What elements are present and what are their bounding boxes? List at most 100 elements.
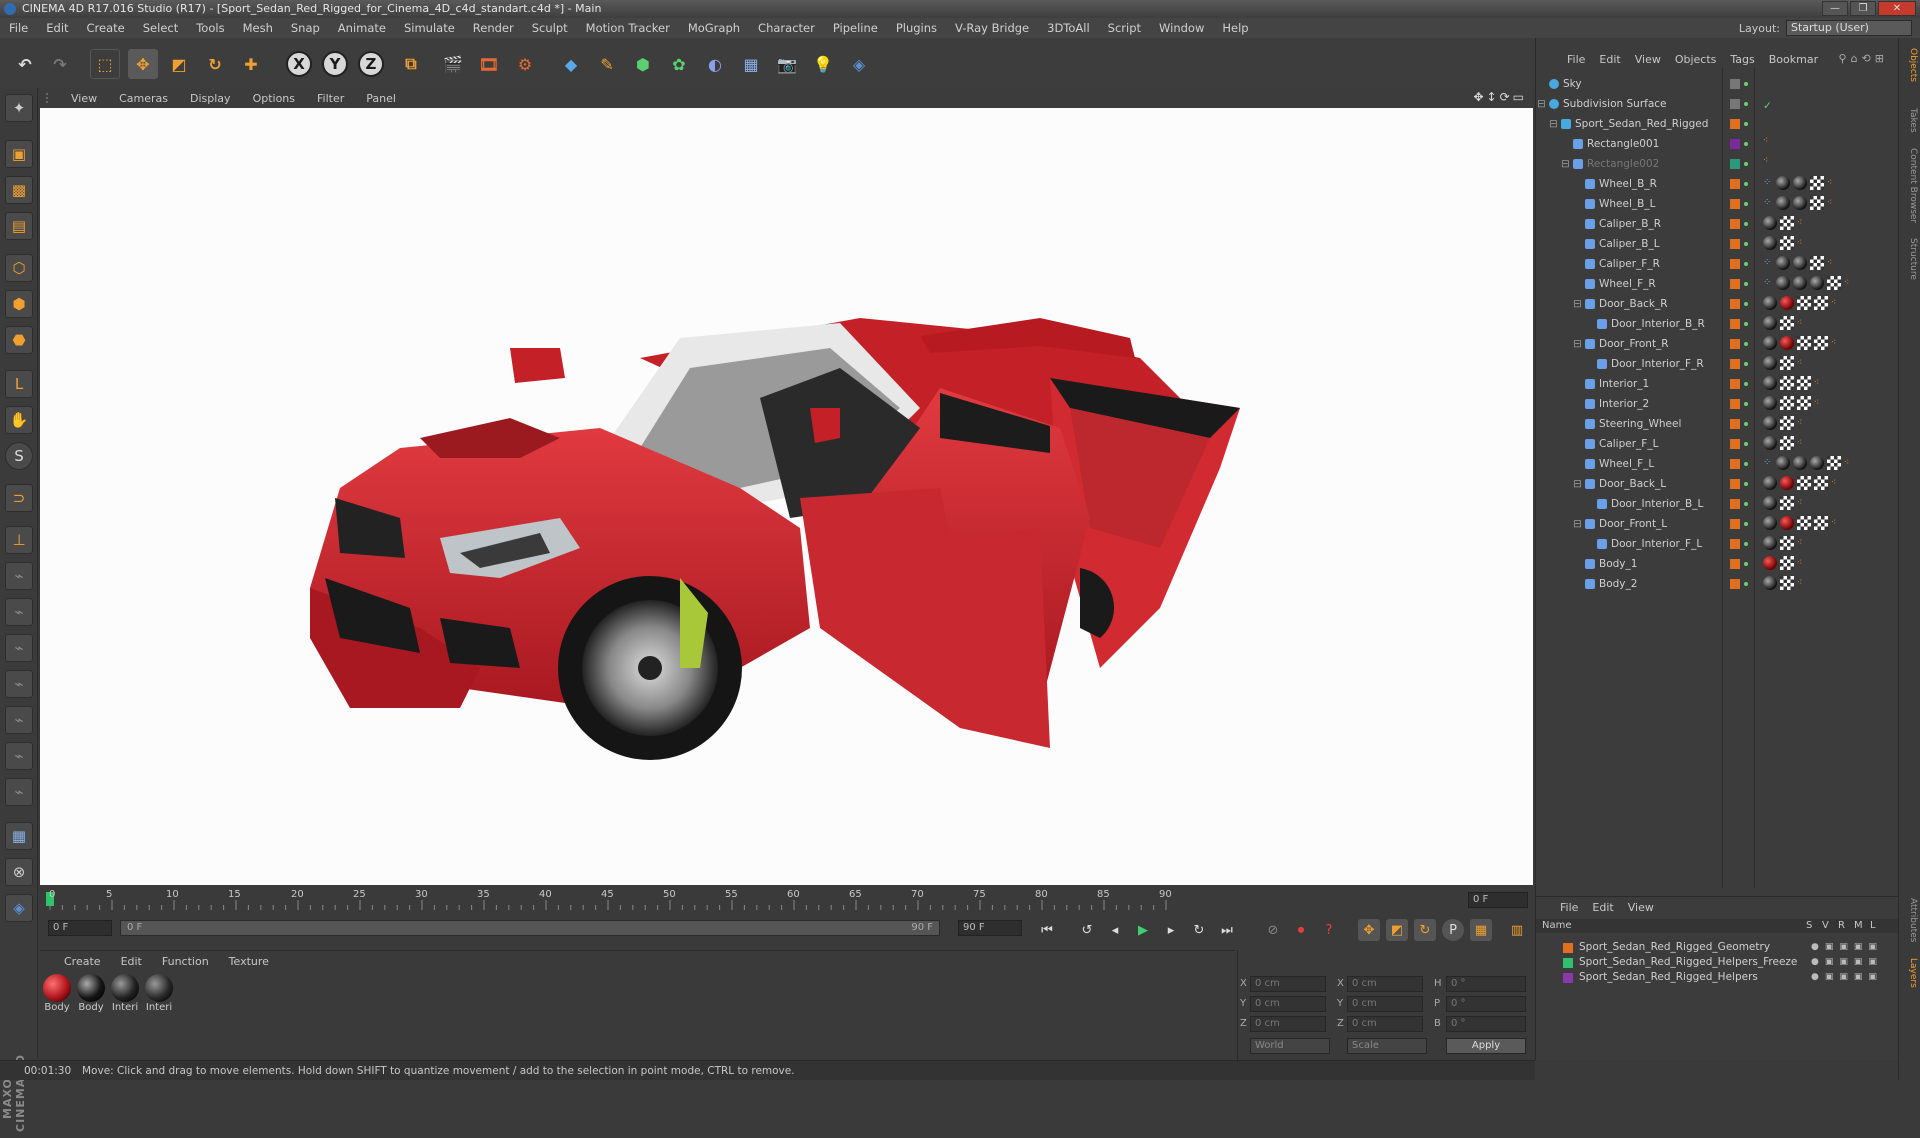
render-view-icon[interactable]: 🎬 <box>438 49 468 79</box>
timeline-ruler[interactable]: 0 5 10 15 20 25 30 35 40 45 50 55 60 65 … <box>40 888 1533 912</box>
material-body-black[interactable]: Body <box>76 974 106 1013</box>
object-name[interactable]: Sport_Sedan_Red_Rigged <box>1575 114 1708 134</box>
rotation-b-field[interactable]: 0 ° <box>1446 1016 1526 1032</box>
menu-mograph[interactable]: MoGraph <box>679 18 749 38</box>
visibility-dot-icon[interactable] <box>1744 242 1748 246</box>
object-tags[interactable]: ⁖ <box>1763 396 1824 410</box>
grid-snap-icon[interactable]: ▦ <box>5 822 33 850</box>
object-row[interactable]: ⊟ Door_Front_R ⁖ <box>1537 334 1897 354</box>
menu-motion-tracker[interactable]: Motion Tracker <box>577 18 679 38</box>
tab-layers[interactable]: Layers <box>1902 958 1918 988</box>
object-tags[interactable]: ⁖ <box>1763 356 1807 370</box>
spline-pen-icon[interactable]: ✎ <box>592 49 622 79</box>
object-name[interactable]: Caliper_B_R <box>1599 214 1661 234</box>
expand-toggle-icon[interactable]: ⊟ <box>1573 474 1582 494</box>
material-menu-function[interactable]: Function <box>152 955 219 968</box>
menu-snap[interactable]: Snap <box>282 18 329 38</box>
viewport-menu-display[interactable]: Display <box>179 92 242 105</box>
subdivision-surface-icon[interactable]: ⬢ <box>628 49 658 79</box>
material-interior-2[interactable]: Interi <box>144 974 174 1013</box>
object-tags[interactable]: ⁖ <box>1763 556 1807 570</box>
layer-menu-view[interactable]: View <box>1628 901 1654 914</box>
expand-toggle-icon[interactable]: ⊟ <box>1561 154 1570 174</box>
layer-color-swatch[interactable] <box>1730 439 1740 449</box>
object-name[interactable]: Rectangle001 <box>1587 134 1659 154</box>
close-button[interactable]: ✕ <box>1878 1 1916 16</box>
layer-color-swatch[interactable] <box>1730 459 1740 469</box>
layer-color-swatch[interactable] <box>1730 139 1740 149</box>
tab-content-browser[interactable]: Content Browser <box>1902 148 1918 223</box>
object-tags[interactable]: ⁖ <box>1763 336 1841 350</box>
size-mode-select[interactable]: Scale <box>1347 1038 1427 1054</box>
object-row[interactable]: Door_Interior_B_L ⁖ <box>1537 494 1897 514</box>
layer-color-swatch[interactable] <box>1730 119 1740 129</box>
viewport-menu-panel[interactable]: Panel <box>355 92 407 105</box>
viewport-navigation-icons[interactable]: ✥↕⟳▭ <box>1473 90 1527 104</box>
rotation-p-field[interactable]: 0 ° <box>1446 996 1526 1012</box>
layer-color-swatch[interactable] <box>1730 319 1740 329</box>
layer-color-swatch[interactable] <box>1730 539 1740 549</box>
menu-window[interactable]: Window <box>1150 18 1213 38</box>
brush-tool-5-icon[interactable]: ⌁ <box>5 706 33 734</box>
object-row[interactable]: Sky <box>1537 74 1897 94</box>
layer-color-swatch[interactable] <box>1730 79 1740 89</box>
object-row[interactable]: ⊟ Door_Back_R ⁖ <box>1537 294 1897 314</box>
object-name[interactable]: Wheel_B_R <box>1599 174 1657 194</box>
render-picture-viewer-icon[interactable]: 🎞 <box>474 49 504 79</box>
layer-flag-icons[interactable]: ●▣▣▣▣ <box>1811 940 1883 955</box>
object-row[interactable]: Body_1 ⁖ <box>1537 554 1897 574</box>
tab-structure[interactable]: Structure <box>1902 238 1918 280</box>
layer-color-swatch[interactable] <box>1730 399 1740 409</box>
object-name[interactable]: Sky <box>1563 74 1582 94</box>
visibility-dot-icon[interactable] <box>1744 462 1748 466</box>
layer-row[interactable]: Sport_Sedan_Red_Rigged_Helpers ●▣▣▣▣ <box>1537 970 1897 985</box>
layer-color-swatch[interactable] <box>1730 559 1740 569</box>
object-row[interactable]: Door_Interior_F_R ⁖ <box>1537 354 1897 374</box>
maximize-button[interactable]: ❐ <box>1850 1 1876 16</box>
menu-create[interactable]: Create <box>78 18 134 38</box>
viewport-menu-options[interactable]: Options <box>242 92 306 105</box>
visibility-dot-icon[interactable] <box>1744 82 1748 86</box>
layer-color-swatch[interactable] <box>1730 579 1740 589</box>
material-interior-1[interactable]: Interi <box>110 974 140 1013</box>
object-name[interactable]: Caliper_B_L <box>1599 234 1660 254</box>
magnet-icon[interactable]: ⊗ <box>5 858 33 886</box>
object-name[interactable]: Door_Back_R <box>1599 294 1668 314</box>
floor-icon[interactable]: ▦ <box>736 49 766 79</box>
object-row[interactable]: Rectangle001 ⁖ <box>1537 134 1897 154</box>
object-menu-file[interactable]: File <box>1560 53 1592 66</box>
object-tags[interactable]: ⁖ <box>1763 496 1807 510</box>
visibility-dot-icon[interactable] <box>1744 542 1748 546</box>
solo-mode-icon[interactable]: S <box>5 442 33 470</box>
rotate-tool-icon[interactable]: ↻ <box>200 49 230 79</box>
layer-col-locked[interactable]: L <box>1870 919 1876 933</box>
visibility-dot-icon[interactable] <box>1744 262 1748 266</box>
object-tags[interactable]: ⁖ <box>1763 416 1807 430</box>
model-mode-icon[interactable]: ▣ <box>5 140 33 168</box>
prev-frame-icon[interactable]: ◂ <box>1104 919 1126 941</box>
tweak-mode-icon[interactable]: ✋ <box>5 406 33 434</box>
material-menu-create[interactable]: Create <box>54 955 111 968</box>
layer-col-solo[interactable]: S <box>1806 919 1812 933</box>
brush-tool-3-icon[interactable]: ⌁ <box>5 634 33 662</box>
texture-mode-icon[interactable]: ▩ <box>5 176 33 204</box>
expand-toggle-icon[interactable]: ⊟ <box>1537 94 1546 114</box>
object-name[interactable]: Door_Interior_F_R <box>1611 354 1704 374</box>
menu-file[interactable]: File <box>0 18 37 38</box>
layer-name[interactable]: Sport_Sedan_Red_Rigged_Helpers <box>1579 970 1758 985</box>
position-z-field[interactable]: 0 cm <box>1250 1016 1326 1032</box>
polygons-mode-icon[interactable]: ⬣ <box>5 326 33 354</box>
material-menu-texture[interactable]: Texture <box>219 955 279 968</box>
object-tags[interactable]: ⁘ ⁖ <box>1763 196 1837 210</box>
layer-flag-icons[interactable]: ●▣▣▣▣ <box>1811 970 1883 985</box>
object-row[interactable]: Interior_2 ⁖ <box>1537 394 1897 414</box>
timeline-layout-icon[interactable]: ▥ <box>1506 919 1528 941</box>
object-row[interactable]: Door_Interior_F_L ⁖ <box>1537 534 1897 554</box>
tab-objects[interactable]: Objects <box>1902 48 1918 82</box>
axis-mode-icon[interactable]: L <box>5 370 33 398</box>
expand-toggle-icon[interactable]: ⊟ <box>1573 334 1582 354</box>
size-x-field[interactable]: 0 cm <box>1347 976 1423 992</box>
menu-sculpt[interactable]: Sculpt <box>523 18 577 38</box>
visibility-dot-icon[interactable] <box>1744 142 1748 146</box>
object-tags[interactable]: ⁘ ⁖ <box>1763 456 1854 470</box>
